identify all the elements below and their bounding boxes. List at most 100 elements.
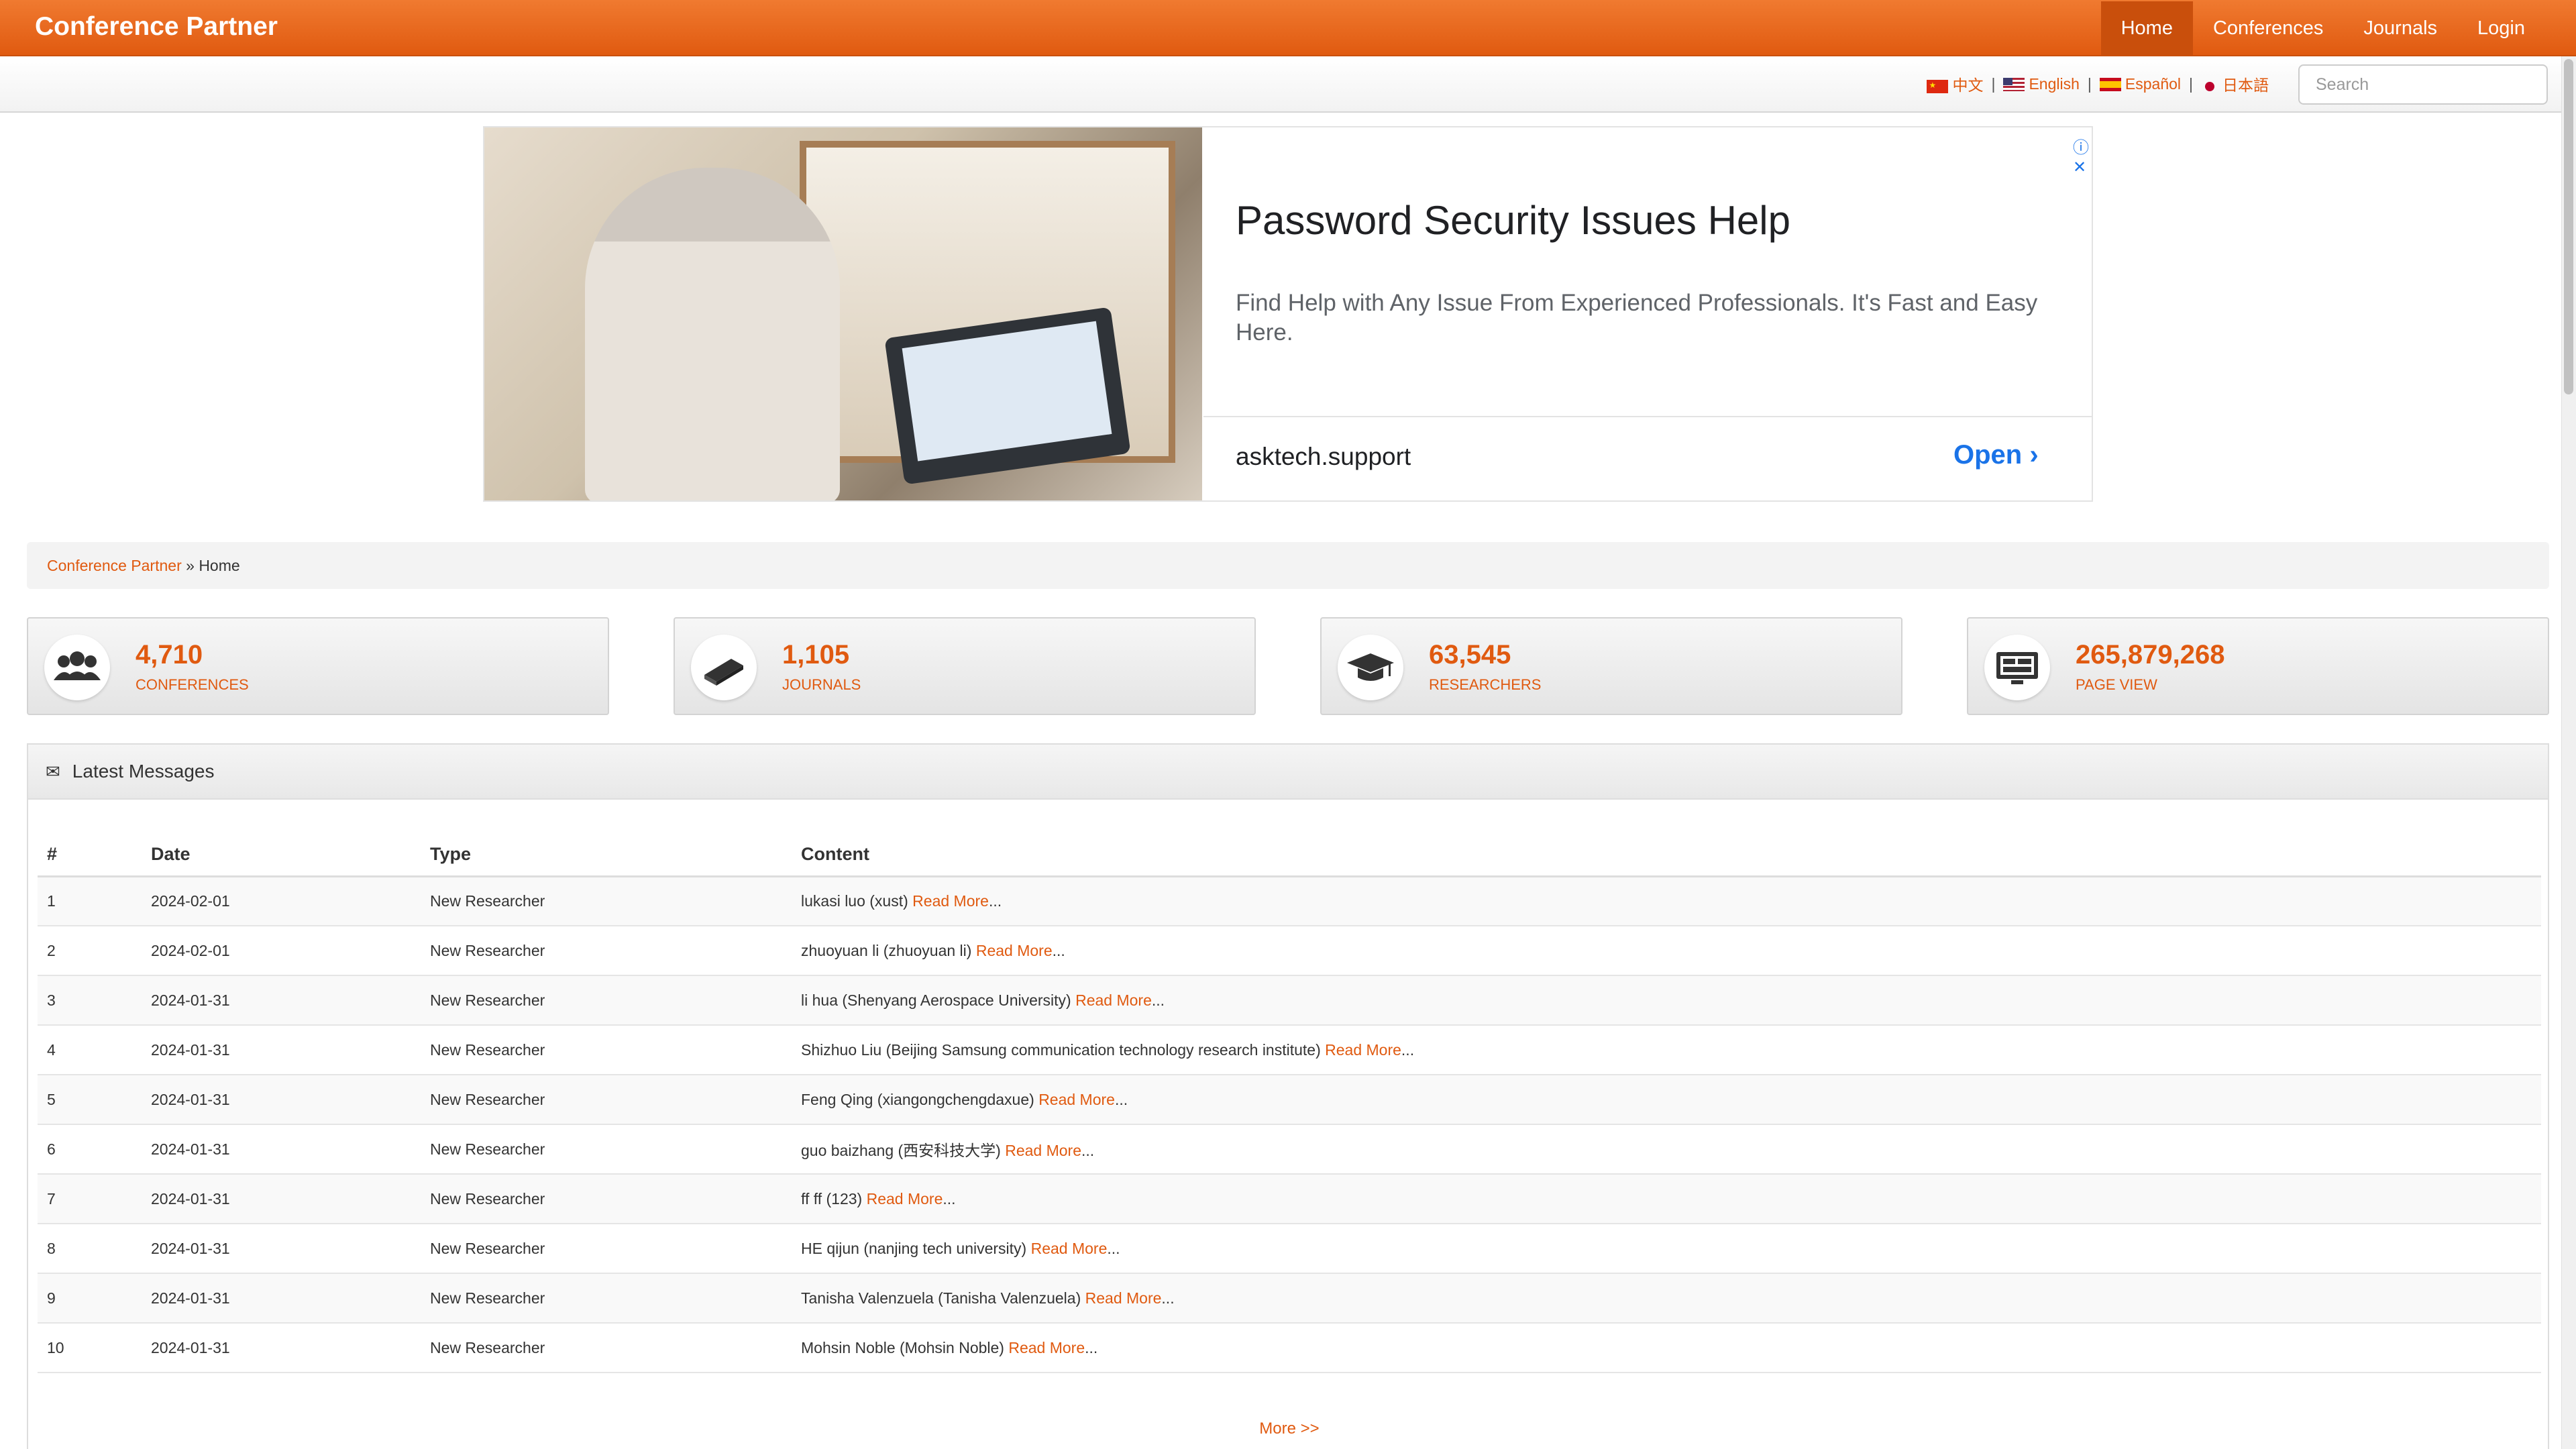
table-row: 2 2024-02-01 New Researcher zhuoyuan li (zh… xyxy=(38,926,2541,976)
read-more-link[interactable]: Read More xyxy=(1031,1240,1108,1257)
ad-photo-laptop xyxy=(884,307,1131,485)
chevron-right-icon: › xyxy=(2029,440,2039,470)
more-messages-link[interactable]: More >> xyxy=(28,1419,2551,1438)
stat-value: 1,105 xyxy=(782,640,850,669)
book-icon xyxy=(691,635,757,700)
row-content: Feng Qing (xiangongchengdaxue) Read More… xyxy=(792,1075,2541,1125)
nav-conferences[interactable]: Conferences xyxy=(2193,1,2343,55)
table-header-row: # Date Type Content xyxy=(38,833,2541,877)
read-more-link[interactable]: Read More xyxy=(1008,1339,1085,1356)
nav-login[interactable]: Login xyxy=(2457,1,2545,55)
read-more-link[interactable]: Read More xyxy=(1085,1289,1162,1307)
ad-photo-person xyxy=(585,168,840,500)
table-row: 6 2024-01-31 New Researcher guo baizhang (西… xyxy=(38,1124,2541,1175)
site-brand[interactable]: Conference Partner xyxy=(35,12,278,42)
row-number: 1 xyxy=(38,876,142,926)
column-header-number: # xyxy=(38,833,142,877)
ad-choices-icon[interactable]: ⓘ ✕ xyxy=(2073,134,2092,177)
group-icon xyxy=(44,635,110,700)
row-content: Shizhuo Liu (Beijing Samsung communicati… xyxy=(792,1025,2541,1075)
table-row: 3 2024-01-31 New Researcher li hua (Shenyan… xyxy=(38,975,2541,1026)
row-type: New Researcher xyxy=(421,926,792,976)
column-header-type: Type xyxy=(421,833,792,877)
lang-spanish[interactable]: Español xyxy=(2099,75,2181,93)
stat-value: 4,710 xyxy=(136,640,203,669)
table-row: 4 2024-01-31 New Researcher Shizhuo Liu (Be… xyxy=(38,1025,2541,1075)
row-number: 2 xyxy=(38,926,142,976)
ad-divider xyxy=(1203,416,2092,417)
china-flag-icon xyxy=(1927,79,1949,93)
row-date: 2024-02-01 xyxy=(142,926,421,976)
monitor-icon xyxy=(1984,635,2050,700)
row-number: 9 xyxy=(38,1273,142,1324)
row-type: New Researcher xyxy=(421,1224,792,1274)
breadcrumb-current: Home xyxy=(199,556,240,574)
table-row: 1 2024-02-01 New Researcher lukasi luo (xus… xyxy=(38,876,2541,926)
stat-label: PAGE VIEW xyxy=(2076,676,2157,693)
row-number: 8 xyxy=(38,1224,142,1274)
stat-value: 265,879,268 xyxy=(2076,640,2225,669)
row-number: 6 xyxy=(38,1124,142,1175)
lang-chinese[interactable]: 中文 xyxy=(1927,72,1983,95)
row-date: 2024-02-01 xyxy=(142,876,421,926)
row-date: 2024-01-31 xyxy=(142,1323,421,1373)
main-nav: Home Conferences Journals Login xyxy=(2100,1,2545,55)
envelope-icon: ✉ xyxy=(46,761,60,782)
stat-conferences[interactable]: 4,710 CONFERENCES xyxy=(27,617,609,715)
ad-image xyxy=(484,127,1202,500)
row-content: Mohsin Noble (Mohsin Noble) Read More... xyxy=(792,1323,2541,1373)
lang-japanese[interactable]: 日本語 xyxy=(2201,72,2269,95)
stat-researchers[interactable]: 63,545 RESEARCHERS xyxy=(1320,617,1902,715)
nav-journals[interactable]: Journals xyxy=(2343,1,2457,55)
row-date: 2024-01-31 xyxy=(142,975,421,1026)
row-type: New Researcher xyxy=(421,1075,792,1125)
row-date: 2024-01-31 xyxy=(142,1075,421,1125)
row-number: 5 xyxy=(38,1075,142,1125)
row-content: zhuoyuan li (zhuoyuan li) Read More... xyxy=(792,926,2541,976)
page-scrollbar[interactable] xyxy=(2561,56,2576,1449)
separator: | xyxy=(2189,74,2193,93)
row-type: New Researcher xyxy=(421,1174,792,1224)
read-more-link[interactable]: Read More xyxy=(1325,1041,1401,1059)
lang-english[interactable]: English xyxy=(2003,75,2080,93)
read-more-link[interactable]: Read More xyxy=(912,892,989,910)
latest-messages-panel: ✉ Latest Messages # Date Type Content 12… xyxy=(27,743,2549,1449)
nav-home[interactable]: Home xyxy=(2100,1,2193,55)
row-date: 2024-01-31 xyxy=(142,1273,421,1324)
language-bar: 中文 | English | Español | 日本語 xyxy=(0,56,2576,113)
ad-open-button[interactable]: Open › xyxy=(1953,440,2039,470)
row-date: 2024-01-31 xyxy=(142,1025,421,1075)
breadcrumb: Conference Partner » Home xyxy=(27,542,2549,589)
stat-label: RESEARCHERS xyxy=(1429,676,1542,693)
read-more-link[interactable]: Read More xyxy=(1075,991,1152,1009)
read-more-link[interactable]: Read More xyxy=(1005,1142,1081,1159)
row-date: 2024-01-31 xyxy=(142,1224,421,1274)
advertisement-banner[interactable]: ⓘ ✕ Password Security Issues Help Find H… xyxy=(483,126,2093,502)
ad-description: Find Help with Any Issue From Experience… xyxy=(1236,290,2038,345)
row-type: New Researcher xyxy=(421,975,792,1026)
search-input[interactable] xyxy=(2298,64,2548,105)
row-content: Tanisha Valenzuela (Tanisha Valenzuela) … xyxy=(792,1273,2541,1324)
scrollbar-thumb[interactable] xyxy=(2564,59,2573,394)
read-more-link[interactable]: Read More xyxy=(976,942,1053,959)
stat-journals[interactable]: 1,105 JOURNALS xyxy=(674,617,1256,715)
row-number: 4 xyxy=(38,1025,142,1075)
stat-page-view[interactable]: 265,879,268 PAGE VIEW xyxy=(1967,617,2549,715)
messages-table-body: 1 2024-02-01 New Researcher lukasi luo (xus… xyxy=(38,876,2541,1373)
language-switcher: 中文 | English | Español | 日本語 xyxy=(1927,72,2269,95)
us-flag-icon xyxy=(2003,78,2025,92)
row-content: guo baizhang (西安科技大学) Read More... xyxy=(792,1124,2541,1175)
read-more-link[interactable]: Read More xyxy=(1038,1091,1115,1108)
row-content: lukasi luo (xust) Read More... xyxy=(792,876,2541,926)
breadcrumb-root-link[interactable]: Conference Partner xyxy=(47,557,182,575)
table-row: 8 2024-01-31 New Researcher HE qijun (nanji… xyxy=(38,1224,2541,1274)
row-content: ff ff (123) Read More... xyxy=(792,1174,2541,1224)
ad-photo-screen xyxy=(902,321,1112,462)
messages-table: # Date Type Content 1 2024-02-01 New Resea… xyxy=(38,833,2541,1373)
row-number: 3 xyxy=(38,975,142,1026)
table-row: 5 2024-01-31 New Researcher Feng Qing (xian… xyxy=(38,1075,2541,1125)
top-navbar: Conference Partner Home Conferences Jour… xyxy=(0,0,2576,56)
row-type: New Researcher xyxy=(421,1273,792,1324)
read-more-link[interactable]: Read More xyxy=(867,1190,943,1208)
ad-headline[interactable]: Password Security Issues Help xyxy=(1236,197,1790,244)
